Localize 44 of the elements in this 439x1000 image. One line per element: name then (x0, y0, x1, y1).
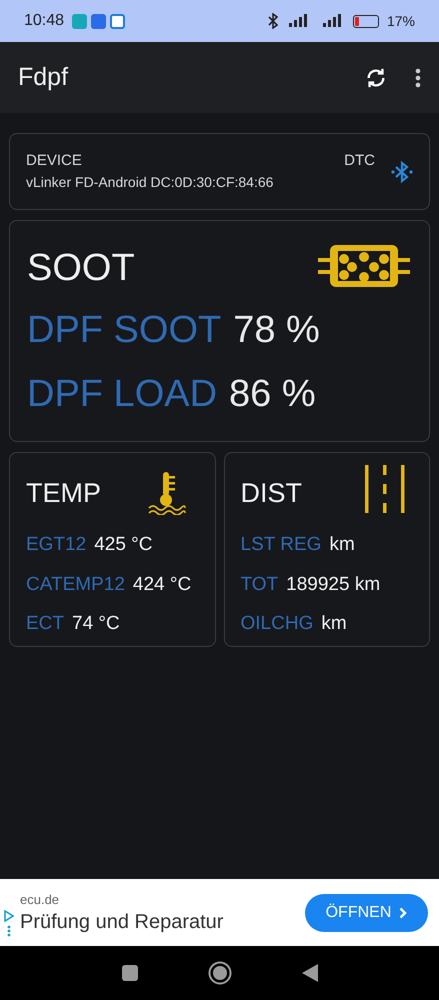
reading-value: 74 °C (72, 612, 120, 636)
home-icon[interactable] (208, 961, 232, 985)
reading-label: CATEMP12 (26, 572, 125, 596)
reading-label: ECT (26, 612, 64, 636)
battery-icon (352, 14, 379, 28)
particulate-filter-icon (318, 243, 410, 289)
ad-choices-icon[interactable] (4, 910, 14, 922)
ad-headline: Prüfung und Reparatur (20, 910, 224, 935)
status-time: 10:48 (24, 11, 64, 31)
reading-label: EGT12 (26, 533, 86, 557)
ad-banner[interactable]: ecu.de Prüfung und Reparatur ÖFFNEN (0, 879, 439, 946)
device-label: DEVICE (26, 150, 82, 171)
road-lanes-icon (365, 465, 405, 513)
device-address: vLinker FD-Android DC:0D:30:CF:84:66 (26, 173, 274, 192)
reading-label: LST REG (240, 533, 322, 557)
bluetooth-icon[interactable] (391, 160, 413, 184)
back-icon[interactable] (302, 964, 318, 982)
reading-label: OILCHG (240, 612, 314, 636)
app-title: Fdpf (18, 62, 68, 93)
card-title: SOOT (27, 249, 135, 287)
reading-label: DPF SOOT (27, 311, 222, 349)
reading-label: TOT (240, 572, 278, 596)
dtc-label: DTC (344, 150, 375, 171)
coolant-temperature-icon (146, 471, 186, 515)
card-title: TEMP (26, 477, 102, 510)
reading-value: 424 °C (132, 572, 192, 596)
reading-value: 86 % (229, 375, 316, 413)
reading-label: DPF LOAD (27, 375, 218, 413)
reading-value: 425 °C (94, 533, 153, 557)
reading-value: 78 % (233, 311, 320, 349)
reading-value: km (321, 612, 347, 636)
ad-domain: ecu.de (20, 891, 60, 910)
card-title: DIST (240, 477, 302, 510)
app-icon (91, 14, 106, 28)
bluetooth-icon (266, 13, 279, 29)
battery-percent: 17% (386, 12, 415, 30)
more-icon[interactable] (415, 68, 421, 88)
reading-value: 189925 km (286, 572, 380, 596)
reading-value: km (329, 533, 355, 557)
app-icon (110, 14, 126, 28)
recents-icon[interactable] (122, 965, 138, 981)
refresh-icon[interactable] (365, 66, 387, 88)
open-button[interactable]: ÖFFNEN (305, 894, 428, 932)
chevron-right-icon (399, 906, 408, 918)
